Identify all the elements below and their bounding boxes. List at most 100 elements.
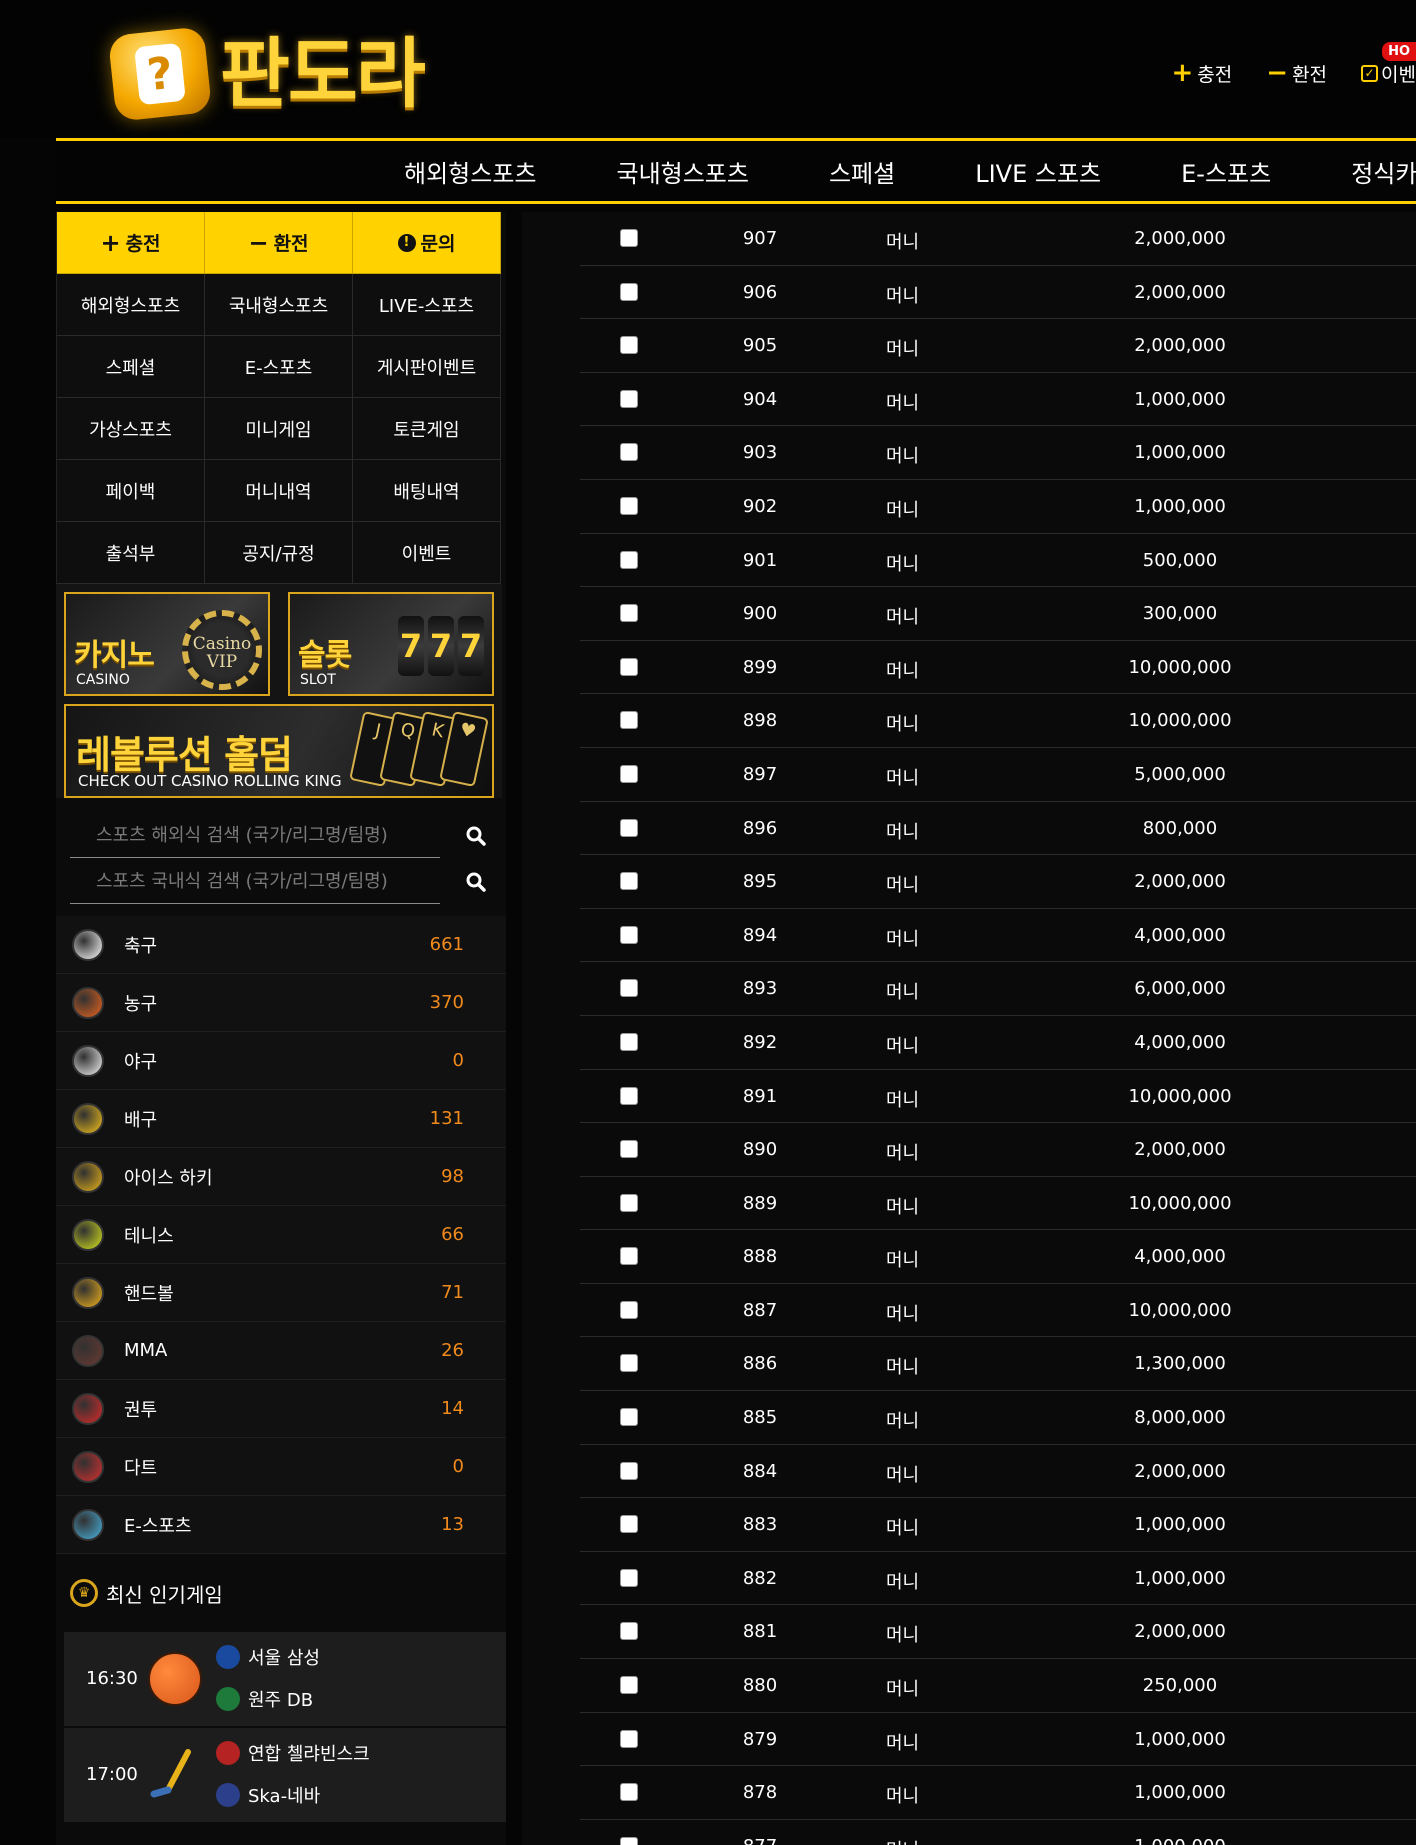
row-checkbox[interactable] <box>620 1515 638 1534</box>
site-logo[interactable]: ? 판도라 <box>107 24 426 124</box>
row-checkbox[interactable] <box>620 1568 638 1587</box>
menu-live-sports[interactable]: LIVE-스포츠 <box>353 274 501 336</box>
menu-money-history[interactable]: 머니내역 <box>205 460 353 522</box>
sport-name: MMA <box>124 1340 168 1361</box>
row-checkbox[interactable] <box>620 336 638 355</box>
sport-item[interactable]: 축구 661 <box>56 916 506 974</box>
row-checkbox[interactable] <box>620 550 638 569</box>
row-type: 머니 <box>886 1250 920 1272</box>
row-checkbox[interactable] <box>620 282 638 301</box>
row-checkbox[interactable] <box>620 925 638 944</box>
row-checkbox[interactable] <box>620 1193 638 1212</box>
soccer-ball-icon <box>72 928 104 961</box>
row-amount: 10,000,000 <box>1128 1085 1232 1107</box>
row-number: 884 <box>742 1460 778 1482</box>
nav-item-special[interactable]: 스페셜 <box>829 154 895 189</box>
slot-reels-icon: 7 7 7 <box>394 616 484 676</box>
top-charge-link[interactable]: + 충전 <box>1172 60 1233 87</box>
row-checkbox[interactable] <box>620 1032 638 1051</box>
row-checkbox[interactable] <box>620 443 638 462</box>
row-checkbox[interactable] <box>620 1461 638 1480</box>
row-checkbox[interactable] <box>620 1300 638 1319</box>
row-checkbox[interactable] <box>620 818 638 837</box>
row-checkbox[interactable] <box>620 979 638 998</box>
slot-banner-sub: SLOT <box>300 672 336 688</box>
search-icon[interactable] <box>466 872 486 892</box>
menu-bet-history[interactable]: 배팅내역 <box>353 460 501 522</box>
row-checkbox[interactable] <box>620 657 638 676</box>
row-checkbox[interactable] <box>620 496 638 515</box>
row-checkbox[interactable] <box>620 1247 638 1266</box>
hot-game-card[interactable]: 17:00 연합 첼랴빈스크 Ska-네바 <box>64 1728 506 1824</box>
row-number: 905 <box>742 335 778 357</box>
sport-item[interactable]: 핸드볼 71 <box>56 1264 506 1322</box>
sidebar: + 충전 − 환전 ! 문의 해외형스포츠 국내형스포츠 LIVE-스포츠 스페… <box>56 212 506 1845</box>
overseas-search-input[interactable] <box>70 814 440 858</box>
nav-item-domestic-sports[interactable]: 국내형스포츠 <box>616 154 748 189</box>
row-amount: 2,000,000 <box>1134 335 1226 357</box>
slot-banner[interactable]: 7 7 7 슬롯 SLOT <box>288 592 494 696</box>
row-checkbox[interactable] <box>620 1836 638 1845</box>
home-team: 연합 첼랴빈스크 <box>216 1740 370 1766</box>
hot-game-card[interactable]: 16:30 서울 삼성 원주 DB <box>64 1632 506 1728</box>
sport-item[interactable]: 아이스 하키 98 <box>56 1148 506 1206</box>
row-checkbox[interactable] <box>620 229 638 247</box>
casino-banner[interactable]: Casino VIP 카지노 CASINO <box>64 592 270 696</box>
nav-item-live-sports[interactable]: LIVE 스포츠 <box>975 154 1101 189</box>
top-event-link[interactable]: ✓ 이벤 <box>1361 60 1416 87</box>
nav-item-overseas-sports[interactable]: 해외형스포츠 <box>404 154 536 189</box>
charge-button[interactable]: + 충전 <box>57 212 205 274</box>
menu-overseas-sports[interactable]: 해외형스포츠 <box>57 274 205 336</box>
row-checkbox[interactable] <box>620 389 638 408</box>
sport-item[interactable]: 다트 0 <box>56 1438 506 1496</box>
row-checkbox[interactable] <box>620 764 638 783</box>
sport-item[interactable]: 야구 0 <box>56 1032 506 1090</box>
menu-virtual-sports[interactable]: 가상스포츠 <box>57 398 205 460</box>
menu-domestic-sports[interactable]: 국내형스포츠 <box>205 274 353 336</box>
row-checkbox[interactable] <box>620 1676 638 1695</box>
sport-item[interactable]: 테니스 66 <box>56 1206 506 1264</box>
nav-item-esports[interactable]: E-스포츠 <box>1181 154 1271 189</box>
domestic-search-input[interactable] <box>70 860 440 904</box>
row-checkbox[interactable] <box>620 1783 638 1802</box>
crown-icon: ♛ <box>70 1579 98 1607</box>
row-checkbox[interactable] <box>620 1140 638 1159</box>
search-icon[interactable] <box>466 826 486 846</box>
holdem-banner[interactable]: J Q K ♥ 레볼루션 홀덤 CHECK OUT CASINO ROLLING… <box>64 704 494 798</box>
sport-item[interactable]: 농구 370 <box>56 974 506 1032</box>
menu-special[interactable]: 스페셜 <box>57 336 205 398</box>
top-exchange-link[interactable]: − 환전 <box>1266 60 1327 87</box>
inquiry-button[interactable]: ! 문의 <box>353 212 501 274</box>
row-number: 889 <box>742 1192 778 1214</box>
menu-mini-game[interactable]: 미니게임 <box>205 398 353 460</box>
mma-glove-icon <box>72 1334 104 1367</box>
menu-token-game[interactable]: 토큰게임 <box>353 398 501 460</box>
menu-board-event[interactable]: 게시판이벤트 <box>353 336 501 398</box>
menu-event[interactable]: 이벤트 <box>353 522 501 584</box>
menu-payback[interactable]: 페이백 <box>57 460 205 522</box>
row-checkbox[interactable] <box>620 604 638 623</box>
row-number: 897 <box>742 763 778 785</box>
table-row: 899 머니 10,000,000 <box>580 641 1416 695</box>
sport-item[interactable]: MMA 26 <box>56 1322 506 1380</box>
row-type: 머니 <box>886 1196 920 1218</box>
row-checkbox[interactable] <box>620 872 638 891</box>
row-checkbox[interactable] <box>620 1622 638 1641</box>
sport-count: 26 <box>441 1340 464 1361</box>
row-checkbox[interactable] <box>620 1729 638 1748</box>
menu-attendance[interactable]: 출석부 <box>57 522 205 584</box>
sport-item[interactable]: 권투 14 <box>56 1380 506 1438</box>
sport-item[interactable]: E-스포츠 13 <box>56 1496 506 1554</box>
menu-notice-rules[interactable]: 공지/규정 <box>205 522 353 584</box>
sport-item[interactable]: 배구 131 <box>56 1090 506 1148</box>
row-checkbox[interactable] <box>620 1086 638 1105</box>
row-checkbox[interactable] <box>620 1354 638 1373</box>
tennis-ball-icon <box>72 1218 104 1251</box>
exchange-button[interactable]: − 환전 <box>205 212 353 274</box>
nav-item-casino[interactable]: 정식카지 <box>1351 154 1416 189</box>
row-checkbox[interactable] <box>620 711 638 730</box>
row-amount: 1,000,000 <box>1134 1567 1226 1589</box>
menu-esports[interactable]: E-스포츠 <box>205 336 353 398</box>
row-checkbox[interactable] <box>620 1408 638 1427</box>
table-row: 906 머니 2,000,000 <box>580 266 1416 320</box>
